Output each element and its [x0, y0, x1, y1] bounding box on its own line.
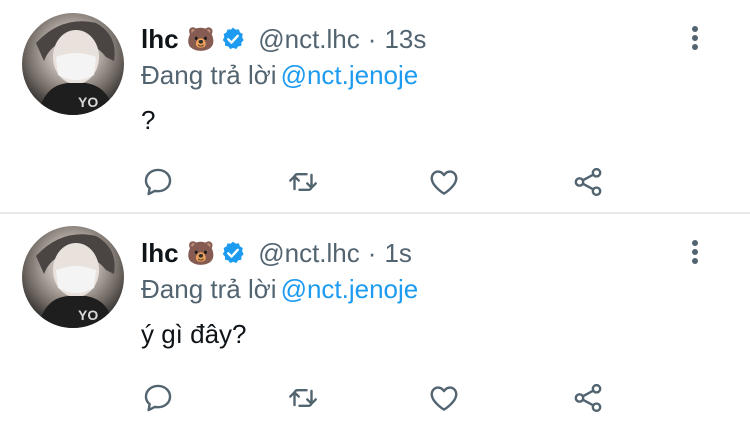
mention-link[interactable]: @nct.jenoje	[281, 60, 419, 90]
author-handle[interactable]: @nct.lhc	[258, 22, 360, 56]
retweet-icon	[289, 173, 317, 191]
avatar-image: YO	[36, 21, 115, 115]
share-button[interactable]	[568, 162, 608, 202]
reply-icon	[144, 384, 172, 412]
bear-emoji: 🐻	[186, 26, 216, 52]
action-bar	[0, 162, 750, 202]
tweet-feed: YO lhc 🐻 @nct.lhc · 13s Đang trả lời @nc…	[0, 0, 750, 429]
tweet[interactable]: YO lhc 🐻 @nct.lhc · 13s Đang trả lời @nc…	[0, 0, 750, 212]
svg-text:YO: YO	[78, 94, 98, 110]
replying-to: Đang trả lời @nct.jenoje	[141, 58, 418, 92]
mention-link[interactable]: @nct.jenoje	[281, 274, 419, 304]
timestamp[interactable]: 13s	[384, 22, 426, 56]
author-name[interactable]: lhc	[141, 236, 179, 270]
verified-badge-icon	[220, 240, 246, 266]
avatar[interactable]: YO	[22, 226, 124, 328]
verified-badge-icon	[220, 26, 246, 52]
more-options-icon[interactable]	[683, 236, 707, 270]
tweet[interactable]: YO lhc 🐻 @nct.lhc · 1s Đang trả lời @nct…	[0, 214, 750, 429]
share-icon	[574, 383, 602, 413]
share-button[interactable]	[568, 378, 608, 418]
action-bar	[0, 378, 750, 418]
replying-prefix: Đang trả lời	[141, 60, 277, 90]
author-handle[interactable]: @nct.lhc	[258, 236, 360, 270]
tweet-header: lhc 🐻 @nct.lhc · 13s	[141, 22, 426, 56]
tweet-header: lhc 🐻 @nct.lhc · 1s	[141, 236, 412, 270]
tweet-text: ?	[141, 105, 156, 135]
svg-text:YO: YO	[78, 307, 98, 323]
separator-dot: ·	[367, 238, 377, 268]
more-options-icon[interactable]	[683, 22, 707, 56]
retweet-button[interactable]	[283, 378, 323, 418]
separator-dot: ·	[367, 24, 377, 54]
share-icon	[574, 167, 602, 197]
reply-button[interactable]	[138, 162, 178, 202]
timestamp[interactable]: 1s	[384, 236, 411, 270]
author-name[interactable]: lhc	[141, 22, 179, 56]
avatar[interactable]: YO	[22, 13, 124, 115]
reply-icon	[144, 168, 172, 196]
like-button[interactable]	[424, 162, 464, 202]
heart-icon	[430, 386, 458, 411]
replying-prefix: Đang trả lời	[141, 274, 277, 304]
bear-emoji: 🐻	[186, 240, 216, 266]
replying-to: Đang trả lời @nct.jenoje	[141, 272, 418, 306]
heart-icon	[430, 170, 458, 195]
tweet-text: ý gì đây?	[141, 319, 247, 349]
like-button[interactable]	[424, 378, 464, 418]
avatar-image: YO	[36, 234, 115, 328]
retweet-button[interactable]	[283, 162, 323, 202]
reply-button[interactable]	[138, 378, 178, 418]
retweet-icon	[289, 389, 317, 407]
